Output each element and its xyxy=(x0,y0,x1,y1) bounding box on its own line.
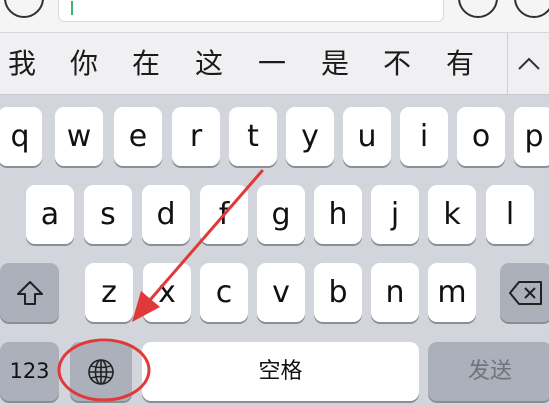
text-caret xyxy=(71,1,73,15)
key-o[interactable]: o xyxy=(457,107,505,166)
candidate-item[interactable]: 在 xyxy=(126,47,166,81)
key-j[interactable]: j xyxy=(371,185,419,244)
candidate-item[interactable]: 是 xyxy=(315,47,355,81)
space-key[interactable]: 空格 xyxy=(142,342,419,401)
voice-button[interactable] xyxy=(4,0,44,18)
candidate-item[interactable]: 这 xyxy=(189,47,229,81)
key-d[interactable]: d xyxy=(142,185,190,244)
key-z[interactable]: z xyxy=(85,263,133,322)
shift-icon xyxy=(16,280,43,305)
emoji-button[interactable] xyxy=(458,0,498,18)
expand-candidates-button[interactable] xyxy=(508,33,549,94)
key-i[interactable]: i xyxy=(400,107,448,166)
key-c[interactable]: c xyxy=(200,263,248,322)
key-k[interactable]: k xyxy=(428,185,476,244)
key-p[interactable]: p xyxy=(514,107,549,166)
candidate-item[interactable]: 我 xyxy=(2,47,42,81)
key-y[interactable]: y xyxy=(286,107,334,166)
key-w[interactable]: w xyxy=(55,107,103,166)
key-e[interactable]: e xyxy=(114,107,162,166)
candidate-item[interactable]: 你 xyxy=(64,47,104,81)
key-b[interactable]: b xyxy=(314,263,362,322)
candidate-item[interactable]: 不 xyxy=(377,47,417,81)
chevron-up-icon xyxy=(517,57,540,70)
key-f[interactable]: f xyxy=(200,185,248,244)
shift-key[interactable] xyxy=(0,263,59,322)
key-g[interactable]: g xyxy=(257,185,305,244)
message-input[interactable] xyxy=(58,0,444,22)
key-s[interactable]: s xyxy=(84,185,132,244)
key-u[interactable]: u xyxy=(343,107,391,166)
key-t[interactable]: t xyxy=(229,107,277,166)
key-v[interactable]: v xyxy=(257,263,305,322)
globe-icon xyxy=(88,358,114,385)
candidate-item[interactable]: 有 xyxy=(440,47,480,81)
key-r[interactable]: r xyxy=(172,107,220,166)
key-l[interactable]: l xyxy=(486,185,534,244)
plus-button[interactable] xyxy=(514,0,549,18)
numbers-key[interactable]: 123 xyxy=(0,342,59,401)
key-q[interactable]: q xyxy=(0,107,42,166)
key-h[interactable]: h xyxy=(314,185,362,244)
candidate-bar: 我 你 在 这 一 是 不 有 xyxy=(0,33,549,95)
backspace-key[interactable] xyxy=(500,263,549,322)
candidate-item[interactable]: 一 xyxy=(252,47,292,81)
key-n[interactable]: n xyxy=(371,263,419,322)
key-m[interactable]: m xyxy=(428,263,476,322)
key-x[interactable]: x xyxy=(143,263,191,322)
message-input-bar xyxy=(0,0,549,33)
backspace-icon xyxy=(509,280,542,305)
globe-key[interactable] xyxy=(70,342,132,401)
key-a[interactable]: a xyxy=(26,185,74,244)
send-key[interactable]: 发送 xyxy=(428,342,549,401)
